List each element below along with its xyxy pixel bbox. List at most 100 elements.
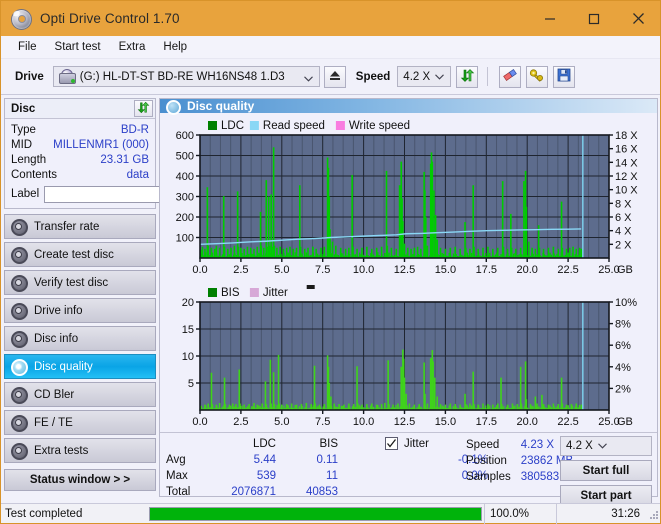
menu-help[interactable]: Help [154, 39, 196, 55]
disc-test-icon [11, 303, 28, 320]
window-controls [528, 1, 660, 36]
tools-button[interactable] [526, 65, 549, 88]
disc-label-key: Label [11, 188, 40, 200]
sidebar-item-verify-test-disc[interactable]: Verify test disc [4, 270, 156, 295]
svg-text:5: 5 [188, 378, 194, 390]
svg-text:20: 20 [182, 297, 194, 309]
info-label-position: Position [466, 455, 507, 467]
bis-jitter-chart: BIS Jitter 5 10 15 20 2% 4% 6% 8% 10% 0.0 2.5 5.0 7.5 1… [182, 285, 637, 428]
speed-label: Speed [355, 70, 391, 83]
disc-panel: Disc Type BD-R MID MILLENMR1 (000) Lengt… [4, 98, 252, 209]
close-icon[interactable] [616, 1, 660, 36]
svg-text:2.5: 2.5 [233, 416, 248, 428]
drive-toolbar: Drive (G:) HL-DT-ST BD-RE WH16NS48 1.D3 … [1, 59, 660, 95]
sidebar-nav: Transfer rate Create test disc Verify te… [4, 214, 156, 463]
table-row: Avg 5.44 0.11 [166, 452, 338, 468]
title-bar: Opti Drive Control 1.70 [1, 1, 660, 36]
sidebar-item-cd-bler[interactable]: CD Bler [4, 382, 156, 407]
menu-extra[interactable]: Extra [110, 39, 155, 55]
svg-text:Read speed: Read speed [263, 120, 325, 132]
sidebar-item-label: Drive info [34, 304, 83, 317]
svg-text:8 X: 8 X [615, 198, 632, 210]
row-label-avg: Avg [166, 454, 186, 466]
svg-text:18 X: 18 X [615, 130, 638, 142]
svg-text:17.5: 17.5 [476, 416, 497, 428]
refresh-arrows-icon [460, 68, 475, 86]
svg-text:22.5: 22.5 [557, 264, 578, 276]
svg-text:6 X: 6 X [615, 212, 632, 224]
refresh-arrows-icon [137, 101, 150, 117]
sidebar-item-transfer-rate[interactable]: Transfer rate [4, 214, 156, 239]
sidebar-item-extra-tests[interactable]: Extra tests [4, 438, 156, 463]
svg-text:100: 100 [176, 233, 194, 245]
sidebar-item-label: Create test disc [34, 248, 114, 261]
svg-text:10%: 10% [615, 297, 637, 309]
jitter-toggle[interactable]: Jitter [385, 437, 429, 450]
svg-text:BIS: BIS [221, 287, 240, 299]
disc-panel-header: Disc [5, 99, 155, 119]
svg-text:2 X: 2 X [615, 239, 632, 251]
svg-text:500: 500 [176, 151, 194, 163]
disc-test-icon [11, 415, 28, 432]
sidebar-item-drive-info[interactable]: Drive info [4, 298, 156, 323]
jitter-checkbox[interactable] [385, 437, 398, 450]
start-part-label: Start part [580, 489, 632, 502]
maximize-icon[interactable] [572, 1, 616, 36]
svg-text:0.0: 0.0 [192, 264, 207, 276]
svg-text:7.5: 7.5 [315, 416, 330, 428]
disc-test-icon [11, 247, 28, 264]
svg-text:600: 600 [176, 130, 194, 142]
disc-row-value: data [126, 168, 149, 181]
sidebar-item-disc-quality[interactable]: Disc quality [4, 354, 156, 379]
disc-refresh-button[interactable] [134, 100, 153, 117]
avg-ldc: 5.44 [253, 454, 276, 466]
row-label-max: Max [166, 470, 188, 482]
sidebar-item-disc-info[interactable]: Disc info [4, 326, 156, 351]
minimize-icon[interactable] [528, 1, 572, 36]
speed-select-value: 4.2 X [403, 70, 431, 83]
svg-text:16 X: 16 X [615, 144, 638, 156]
svg-text:GB: GB [617, 264, 633, 276]
col-ldc: LDC [252, 438, 276, 450]
eraser-icon [502, 68, 518, 85]
menu-file[interactable]: File [9, 39, 46, 55]
svg-text:Jitter: Jitter [263, 287, 288, 299]
disc-icon [10, 8, 32, 30]
disc-row-contents: Contents data [11, 167, 149, 182]
test-speed-select[interactable]: 4.2 X [560, 436, 652, 456]
disc-test-icon [11, 219, 28, 236]
eject-button[interactable] [323, 65, 346, 88]
sidebar-item-label: Transfer rate [34, 220, 100, 233]
svg-text:10.0: 10.0 [353, 416, 374, 428]
speed-select[interactable]: 4.2 X [397, 66, 452, 87]
sidebar-item-create-test-disc[interactable]: Create test disc [4, 242, 156, 267]
disc-info-rows: Type BD-R MID MILLENMR1 (000) Length 23.… [5, 119, 252, 208]
menu-start-test[interactable]: Start test [46, 39, 110, 55]
disc-test-icon [11, 275, 28, 292]
run-info-table: Speed 4.23 X Position 23862 MB Samples 3… [466, 437, 573, 485]
drive-select[interactable]: (G:) HL-DT-ST BD-RE WH16NS48 1.D3 [52, 66, 320, 87]
disc-row-key: Contents [11, 168, 58, 181]
start-full-button[interactable]: Start full [560, 460, 652, 481]
col-bis: BIS [319, 438, 338, 450]
window-title: Opti Drive Control 1.70 [40, 11, 180, 26]
disc-row-value: MILLENMR1 (000) [53, 138, 149, 151]
sidebar-item-fe-te[interactable]: FE / TE [4, 410, 156, 435]
svg-text:400: 400 [176, 171, 194, 183]
status-bar: Test completed 100.0% 31:26 [1, 503, 660, 524]
disc-row-length: Length 23.31 GB [11, 152, 149, 167]
disc-quality-icon [166, 99, 181, 115]
svg-text:14 X: 14 X [615, 157, 638, 169]
save-button[interactable] [553, 65, 576, 88]
svg-text:22.5: 22.5 [557, 416, 578, 428]
svg-text:17.5: 17.5 [476, 264, 497, 276]
svg-text:2.5: 2.5 [233, 264, 248, 276]
refresh-button[interactable] [456, 65, 479, 88]
erase-button[interactable] [499, 65, 522, 88]
status-window-button[interactable]: Status window > > [4, 469, 156, 491]
avg-bis: 0.11 [316, 454, 338, 466]
svg-text:8%: 8% [615, 319, 631, 331]
resize-grip-icon[interactable] [646, 504, 660, 524]
disc-test-icon [11, 443, 28, 460]
disc-panel-title: Disc [11, 102, 36, 115]
